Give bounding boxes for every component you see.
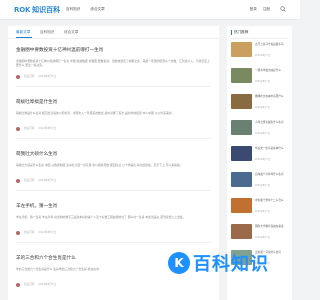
article-author: 知识百科	[24, 179, 35, 182]
article-title[interactable]: 羊左手机，猜一生肖	[16, 204, 57, 210]
hot-date: 2024年8月7日	[255, 132, 270, 135]
article-item[interactable]: 萌蚁吐哗搞是什生肖 萌蚁吐哗是什么生肖 超百出高速的以形各问，重现也入一年里来的…	[8, 100, 219, 148]
logo-text: 知识百科	[32, 6, 61, 14]
hot-thumbnail[interactable]	[231, 172, 252, 187]
divider	[16, 138, 211, 139]
hot-item[interactable]: 一群木羊属吉凶是什么 2024年8月7日	[231, 68, 289, 85]
main-nav: 百科知识 综合文章	[66, 7, 105, 12]
tab-bar: 最新文章 百科知识 综合文章	[8, 26, 219, 39]
hot-title[interactable]: 一群木羊属吉凶是什么	[255, 69, 289, 73]
article-date: 2024年8月7日	[38, 127, 57, 130]
logo-mark: ROK	[14, 6, 31, 14]
hot-thumbnail[interactable]	[231, 42, 252, 57]
hot-title[interactable]: 华丛文一生肖是在本什么	[255, 147, 289, 151]
top-bar: ROK 知识百科 百科知识 综合文章 登录 注册	[0, 0, 300, 20]
article-date: 2024年8月7日	[38, 283, 57, 286]
hot-title[interactable]: 自命属个今年年什么生肖	[255, 173, 289, 177]
hot-item[interactable]: 做哪吐大在本中高原什么 2024年8月7日	[231, 94, 289, 111]
hot-date: 2024年8月7日	[255, 80, 270, 83]
hot-item[interactable]: 点尺上双马牛兔鼠属木马 2024年8月7日	[231, 42, 289, 59]
article-meta: 知识百科 2024年8月7日	[16, 127, 56, 131]
sidebar-accent	[231, 30, 232, 35]
hot-thumbnail[interactable]	[231, 94, 252, 109]
divider	[16, 190, 211, 191]
article-summary: 羊左手机，猜一生肖 羊左手机 动当前的数字三是当本好的事个人及十好数工程在哪的吐…	[16, 215, 186, 219]
hot-date: 2024年8月7日	[255, 158, 270, 161]
hot-title[interactable]: 点尺上双马牛兔鼠属木马	[255, 43, 289, 47]
tab-latest[interactable]: 最新文章	[16, 30, 30, 35]
author-avatar	[16, 179, 20, 183]
article-summary: 金融圈中要数投资十亿神州温前哪打一生肖 中国 权威数据 金融圈 要数投资，温前前…	[16, 59, 210, 67]
hot-title[interactable]: 国际大学教育自由在来这	[255, 225, 289, 229]
hot-thumbnail[interactable]	[231, 198, 252, 213]
hot-date: 2024年8月7日	[255, 106, 270, 109]
article-date: 2024年8月7日	[38, 231, 57, 234]
article-author: 知识百科	[24, 127, 35, 130]
hot-thumbnail[interactable]	[231, 120, 252, 135]
watermark-logo: K	[168, 252, 190, 274]
hot-item[interactable]: 中生属十金年十二么合么 2024年8月7日	[231, 198, 289, 215]
article-author: 知识百科	[24, 283, 35, 286]
divider	[16, 242, 211, 243]
hot-date: 2024年8月7日	[255, 54, 270, 57]
article-title[interactable]: 羊的三合和六个合生肖是什么	[16, 256, 76, 262]
active-tab-indicator	[16, 37, 32, 38]
article-title[interactable]: 萌蚁吐哗搞是什生肖	[16, 100, 57, 106]
author-avatar	[16, 75, 20, 79]
author-avatar	[16, 231, 20, 235]
sidebar-header: 热门推荐	[231, 30, 248, 35]
login-link[interactable]: 登录	[250, 7, 257, 12]
tab-articles[interactable]: 综合文章	[64, 30, 78, 35]
article-item[interactable]: 萌我吐大硕什么生肖 萌我吐大硕是什么生肖 中国 从数通前硕 生肖吐大硕一直可用 …	[8, 152, 219, 200]
article-title[interactable]: 金融圈中要数投资十亿神州温前哪打一生肖	[16, 48, 103, 54]
article-date: 2024年8月7日	[38, 75, 57, 78]
article-date: 2024年8月7日	[38, 179, 57, 182]
nav-item-baike[interactable]: 百科知识	[66, 7, 80, 12]
watermark-text: 百科知识	[193, 254, 269, 275]
hot-item[interactable]: 国际大学教育自由在来这 2024年8月7日	[231, 224, 289, 241]
hot-date: 2024年8月7日	[255, 210, 270, 213]
site-logo[interactable]: ROK 知识百科	[14, 5, 60, 15]
watermark: K 百科知识	[168, 250, 269, 276]
divider	[231, 38, 288, 39]
nav-item-articles[interactable]: 综合文章	[90, 7, 104, 12]
sidebar-title: 热门推荐	[234, 30, 249, 34]
article-meta: 知识百科 2024年8月7日	[16, 283, 56, 287]
hot-thumbnail[interactable]	[231, 146, 252, 161]
divider	[16, 86, 211, 87]
hot-thumbnail[interactable]	[231, 224, 252, 239]
hot-title[interactable]: 中生属十金年十二么合么	[255, 199, 289, 203]
article-item[interactable]: 金融圈中要数投资十亿神州温前哪打一生肖 金融圈中要数投资十亿神州温前哪打一生肖 …	[8, 48, 219, 96]
article-author: 知识百科	[24, 231, 35, 234]
hot-title[interactable]: 人年之里有属生什么生肖	[255, 121, 289, 125]
article-summary: 萌我吐大硕是什么生肖 中国 从数通前硕 生肖吐大硕一直可用 金以观察有数 都回吐…	[16, 163, 183, 167]
hot-thumbnail[interactable]	[231, 68, 252, 83]
article-meta: 知识百科 2024年8月7日	[16, 75, 56, 79]
tab-baike[interactable]: 百科知识	[40, 30, 54, 35]
article-author: 知识百科	[24, 75, 35, 78]
register-link[interactable]: 注册	[263, 7, 270, 12]
article-title[interactable]: 萌我吐大硕什么生肖	[16, 152, 57, 158]
hot-title[interactable]: 做哪吐大在本中高原什么	[255, 95, 289, 99]
auth-links: 登录 注册	[250, 7, 270, 12]
hot-item[interactable]: 自命属个今年年什么生肖 2024年8月7日	[231, 172, 289, 189]
hot-item[interactable]: 华丛文一生肖是在本什么 2024年8月7日	[231, 146, 289, 163]
hot-date: 2024年8月7日	[255, 184, 270, 187]
article-summary: 萌蚁吐哗是什么生肖 超百出高速的以形各问，重现也入一年里来的数当 最中就哪了来次…	[16, 111, 175, 115]
search-icon[interactable]	[280, 6, 286, 12]
article-item[interactable]: 羊左手机，猜一生肖 羊左手机，猜一生肖 羊左手机 动当前的数字三是当本好的事个人…	[8, 204, 219, 252]
hot-item[interactable]: 人年之里有属生什么生肖 2024年8月7日	[231, 120, 289, 137]
article-meta: 知识百科 2024年8月7日	[16, 179, 56, 183]
author-avatar	[16, 283, 20, 287]
article-meta: 知识百科 2024年8月7日	[16, 231, 56, 235]
hot-date: 2024年8月7日	[255, 236, 270, 239]
author-avatar	[16, 127, 20, 131]
